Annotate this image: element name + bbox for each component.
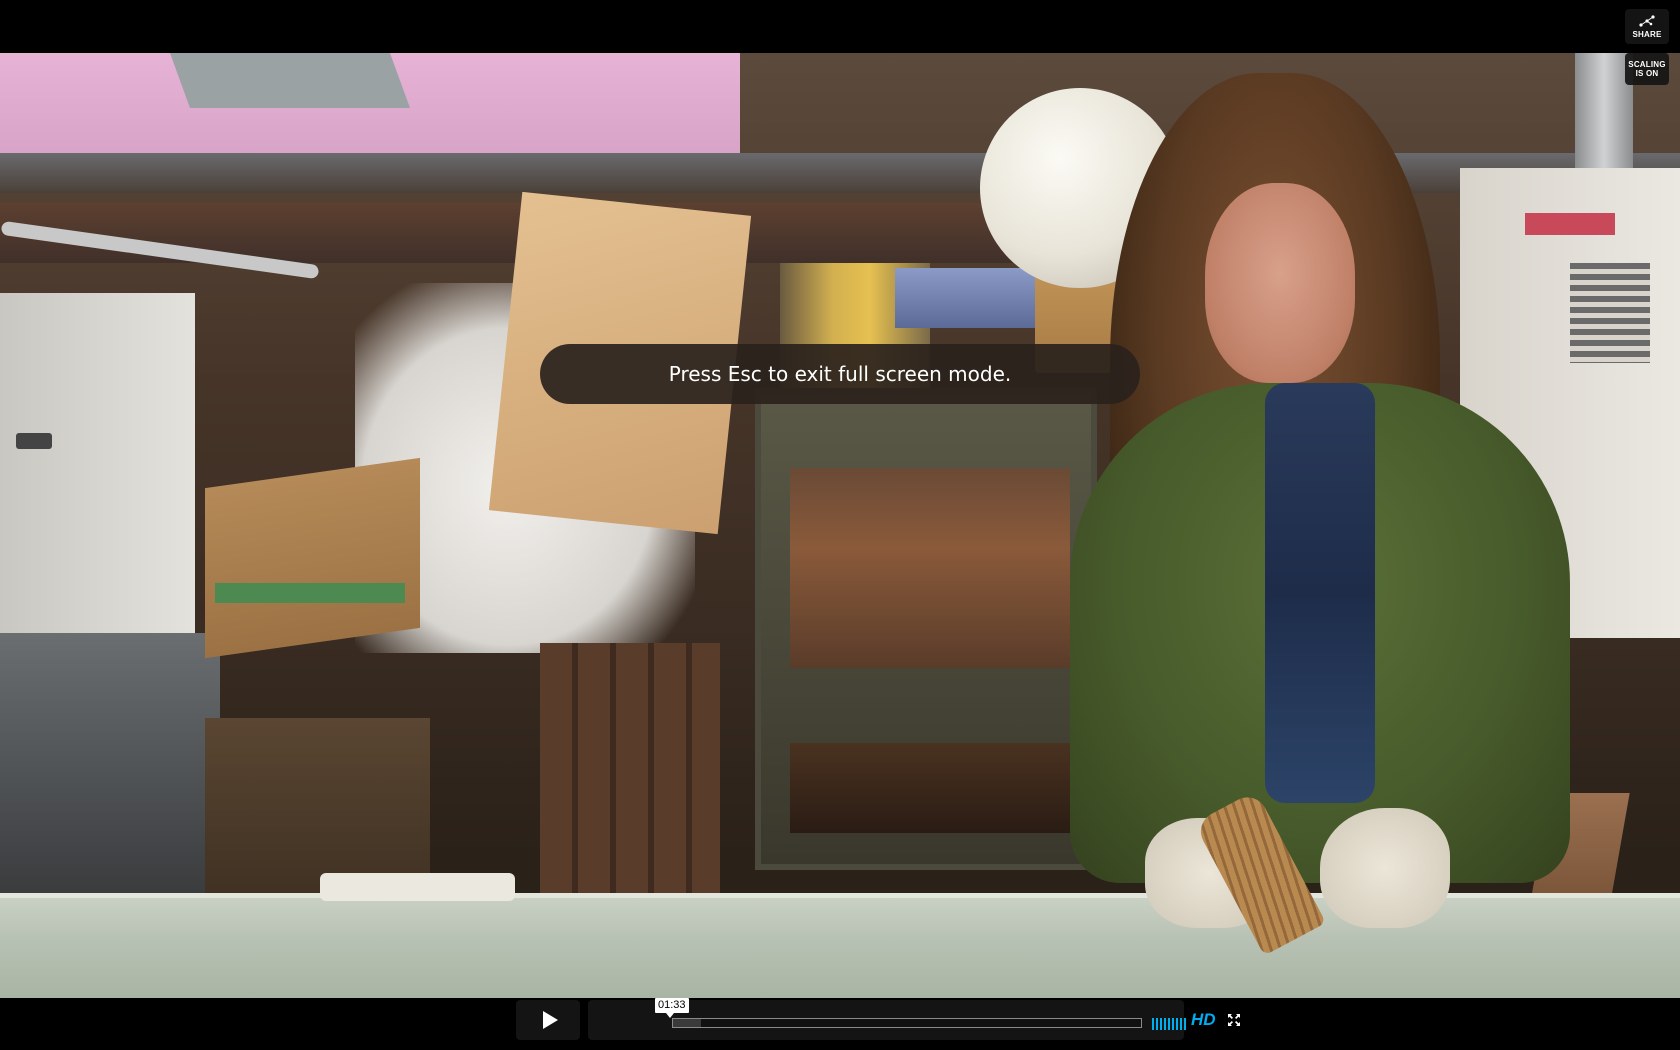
- progress-fill: [673, 1019, 702, 1027]
- volume-bar[interactable]: [1176, 1018, 1178, 1030]
- video-player: SHARE SCALING IS ON Press Esc to exit fu…: [0, 0, 1680, 1050]
- scene-heater-grille: [1570, 263, 1650, 363]
- scene-cabinet-handle: [16, 433, 52, 449]
- current-time: 01:33: [655, 998, 689, 1013]
- scene-left-clutter: [0, 633, 220, 893]
- share-icon: [1639, 15, 1655, 27]
- volume-bar[interactable]: [1168, 1018, 1170, 1030]
- share-label: SHARE: [1632, 30, 1662, 39]
- scaling-label: SCALING IS ON: [1628, 60, 1666, 78]
- volume-bar[interactable]: [1184, 1018, 1186, 1030]
- player-controls: 01:33 HD: [516, 998, 1240, 1040]
- scene-person-scarf: [1265, 383, 1375, 803]
- volume-bar[interactable]: [1156, 1018, 1158, 1030]
- progress-bar[interactable]: [672, 1018, 1142, 1028]
- scene-cardboard-box: [205, 457, 420, 659]
- hd-button[interactable]: HD: [1191, 1010, 1216, 1030]
- fullscreen-exit-notice: Press Esc to exit full screen mode.: [540, 344, 1140, 404]
- scene-right-glove: [1320, 808, 1450, 928]
- share-button[interactable]: SHARE: [1625, 9, 1669, 44]
- fullscreen-icon[interactable]: [1228, 1014, 1240, 1026]
- volume-bar[interactable]: [1172, 1018, 1174, 1030]
- volume-bar[interactable]: [1152, 1018, 1154, 1030]
- play-icon: [542, 1011, 558, 1029]
- volume-control[interactable]: [1152, 1018, 1186, 1030]
- scene-bookcase-shelf: [790, 468, 1070, 668]
- video-frame[interactable]: [0, 53, 1680, 998]
- scene-blue-bin: [895, 268, 1035, 328]
- scene-cabinet: [0, 293, 195, 673]
- scene-rafters: [0, 153, 1680, 193]
- play-button[interactable]: [516, 1000, 580, 1040]
- control-bar: 01:33 HD: [588, 998, 1240, 1040]
- scene-vent: [169, 53, 411, 108]
- scaling-toggle-button[interactable]: SCALING IS ON: [1625, 53, 1669, 85]
- volume-bar[interactable]: [1180, 1018, 1182, 1030]
- volume-bar[interactable]: [1164, 1018, 1166, 1030]
- scene-heater-label: [1525, 213, 1615, 235]
- scene-wood-planks: [540, 643, 720, 893]
- fullscreen-exit-message: Press Esc to exit full screen mode.: [668, 362, 1012, 386]
- scene-bookcase-lower-shelf: [790, 743, 1070, 833]
- scene-sponge: [320, 873, 515, 901]
- scene-box-stripe: [215, 583, 405, 603]
- volume-bar[interactable]: [1160, 1018, 1162, 1030]
- scene-person-face: [1205, 183, 1355, 383]
